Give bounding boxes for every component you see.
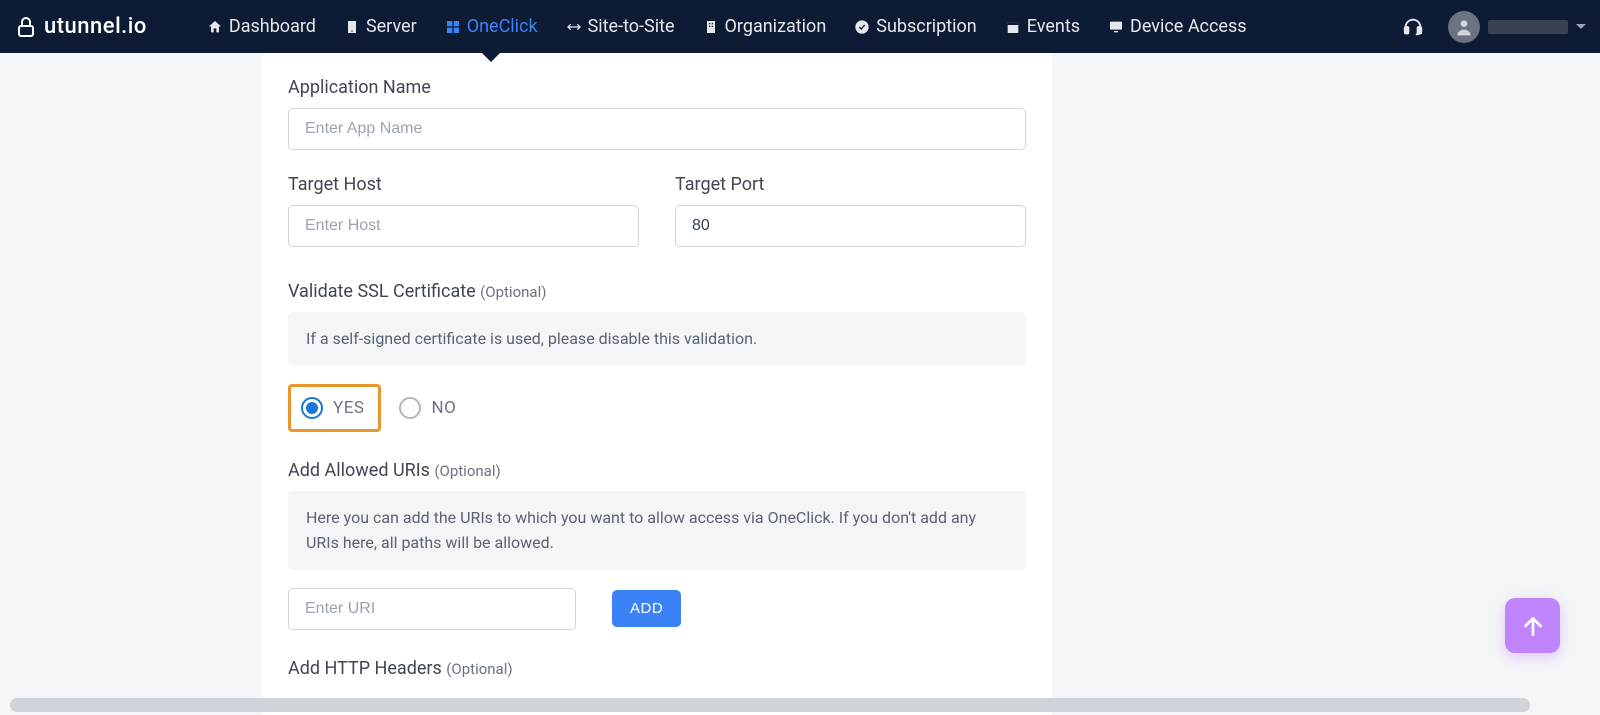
field-http-headers: Add HTTP Headers (Optional) <box>288 658 1026 679</box>
http-headers-label: Add HTTP Headers (Optional) <box>288 658 1026 679</box>
field-target-host: Target Host <box>288 174 639 247</box>
ssl-yes-label: YES <box>333 398 364 418</box>
nav-organization-label: Organization <box>725 16 827 37</box>
nav-sitetosite-label: Site-to-Site <box>588 16 675 37</box>
content-wrapper: Application Name Target Host Target Port… <box>0 53 1600 715</box>
form-card: Application Name Target Host Target Port… <box>262 53 1052 715</box>
nav-dashboard-label: Dashboard <box>229 16 316 37</box>
chevron-down-icon <box>1576 24 1586 29</box>
radio-circle-icon <box>301 397 323 419</box>
field-target-port: Target Port <box>675 174 1026 247</box>
application-name-label: Application Name <box>288 77 1026 98</box>
ssl-radio-no[interactable]: NO <box>399 397 456 419</box>
monitor-icon <box>1108 19 1124 35</box>
grid-icon <box>445 19 461 35</box>
nav-organization[interactable]: Organization <box>703 2 827 51</box>
target-host-input[interactable] <box>288 205 639 247</box>
target-host-label: Target Host <box>288 174 639 195</box>
nav-dashboard[interactable]: Dashboard <box>207 2 316 51</box>
validate-ssl-label: Validate SSL Certificate (Optional) <box>288 281 1026 302</box>
server-icon <box>344 19 360 35</box>
target-port-input[interactable] <box>675 205 1026 247</box>
arrow-up-icon <box>1520 613 1546 639</box>
brand-logo[interactable]: utunnel.io <box>14 14 147 39</box>
http-headers-label-text: Add HTTP Headers <box>288 658 442 679</box>
http-headers-optional: (Optional) <box>446 660 512 678</box>
validate-ssl-label-text: Validate SSL Certificate <box>288 281 476 302</box>
brand-text: utunnel.io <box>44 14 147 39</box>
nav-oneclick[interactable]: OneClick <box>445 2 538 51</box>
field-validate-ssl: Validate SSL Certificate (Optional) If a… <box>288 281 1026 432</box>
user-menu[interactable] <box>1448 11 1586 43</box>
allowed-uris-label: Add Allowed URIs (Optional) <box>288 460 1026 481</box>
transfer-icon <box>566 19 582 35</box>
lock-icon <box>14 15 38 39</box>
ssl-info-box: If a self-signed certificate is used, pl… <box>288 312 1026 366</box>
check-circle-icon <box>854 19 870 35</box>
nav-right <box>1402 11 1586 43</box>
home-icon <box>207 19 223 35</box>
radio-circle-icon <box>399 397 421 419</box>
horizontal-scrollbar[interactable] <box>10 698 1530 712</box>
avatar <box>1448 11 1480 43</box>
nav-subscription-label: Subscription <box>876 16 977 37</box>
uris-info-box: Here you can add the URIs to which you w… <box>288 491 1026 570</box>
allowed-uris-label-text: Add Allowed URIs <box>288 460 430 481</box>
target-port-label: Target Port <box>675 174 1026 195</box>
field-application-name: Application Name <box>288 77 1026 150</box>
calendar-icon <box>1005 19 1021 35</box>
user-name <box>1488 20 1568 34</box>
field-allowed-uris: Add Allowed URIs (Optional) Here you can… <box>288 460 1026 630</box>
nav-server[interactable]: Server <box>344 2 417 51</box>
allowed-uris-optional: (Optional) <box>434 462 500 480</box>
nav-events-label: Events <box>1027 16 1080 37</box>
headset-icon[interactable] <box>1402 16 1424 38</box>
nav-deviceaccess-label: Device Access <box>1130 16 1246 37</box>
top-navbar: utunnel.io Dashboard Server OneClick Sit… <box>0 0 1600 53</box>
building-icon <box>703 19 719 35</box>
ssl-radio-yes[interactable]: YES <box>288 384 381 432</box>
validate-ssl-optional: (Optional) <box>480 283 546 301</box>
nav-oneclick-label: OneClick <box>467 16 538 37</box>
ssl-no-label: NO <box>431 398 456 418</box>
target-row: Target Host Target Port <box>288 174 1026 271</box>
uri-input-row: ADD <box>288 588 1026 630</box>
uri-input[interactable] <box>288 588 576 630</box>
nav-sitetosite[interactable]: Site-to-Site <box>566 2 675 51</box>
application-name-input[interactable] <box>288 108 1026 150</box>
nav-deviceaccess[interactable]: Device Access <box>1108 2 1246 51</box>
nav-server-label: Server <box>366 16 417 37</box>
add-uri-button[interactable]: ADD <box>612 590 681 627</box>
ssl-radio-group: YES NO <box>288 384 1026 432</box>
nav-subscription[interactable]: Subscription <box>854 2 977 51</box>
scroll-to-top-button[interactable] <box>1505 598 1560 653</box>
nav-items: Dashboard Server OneClick Site-to-Site O… <box>207 2 1402 51</box>
nav-events[interactable]: Events <box>1005 2 1080 51</box>
